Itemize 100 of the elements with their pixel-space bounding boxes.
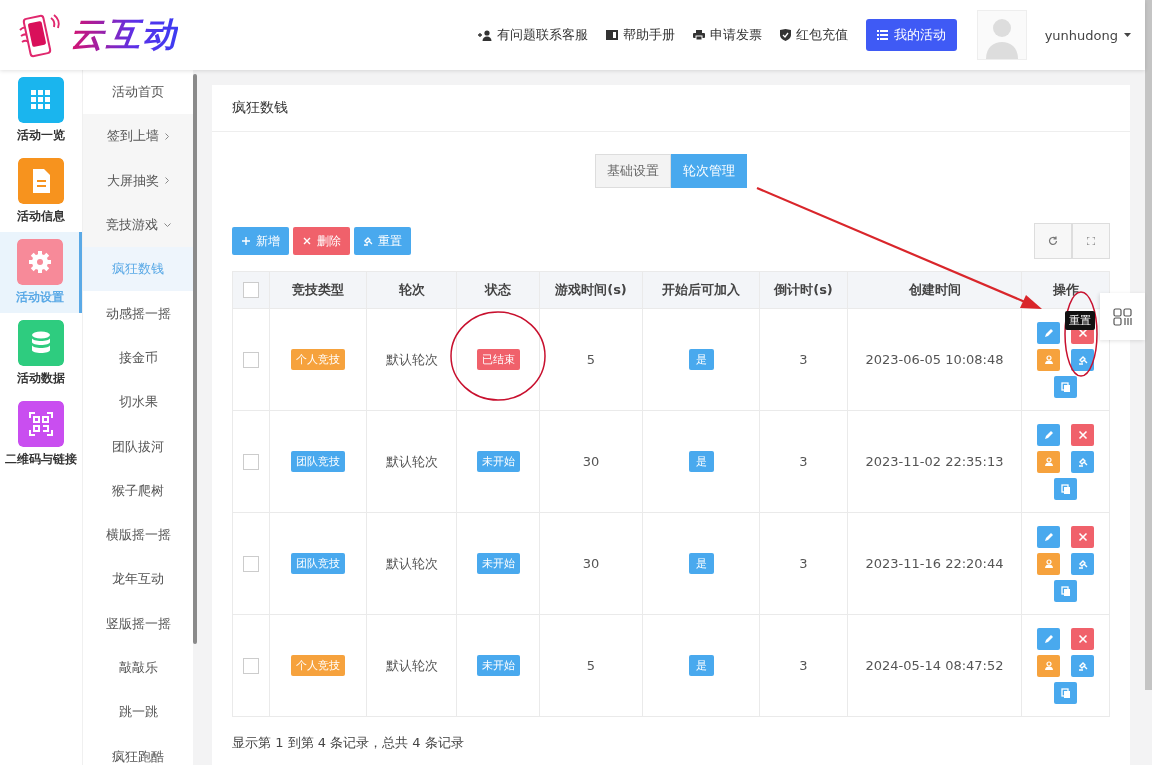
settings-icon [16, 239, 63, 285]
username[interactable]: yunhudong [1044, 27, 1118, 43]
edit-button[interactable] [1037, 525, 1060, 548]
yes-tag: 是 [688, 553, 714, 574]
reset-button[interactable] [1071, 654, 1094, 677]
table-cell: 5 [539, 308, 643, 411]
submenu-item[interactable]: 跳一跳 [83, 690, 193, 735]
column-header: 开始后可加入 [642, 271, 760, 309]
scrollbar[interactable] [193, 74, 197, 644]
status-tag: 未开始 [476, 451, 520, 472]
table-cell: 默认轮次 [366, 308, 457, 411]
submenu-item[interactable]: 横版摇一摇 [83, 512, 193, 558]
user-button[interactable] [1037, 450, 1060, 473]
submenu-item[interactable]: 接金币 [83, 335, 193, 381]
my-activity-button[interactable]: 我的活动 [865, 19, 957, 51]
table-cell: 2023-06-05 10:08:48 [847, 308, 1022, 411]
status-tag: 未开始 [476, 655, 520, 676]
user-button[interactable] [1037, 654, 1060, 677]
user-button[interactable] [1037, 552, 1060, 575]
rail-item[interactable]: 活动信息 [0, 151, 82, 232]
phone-logo-icon [18, 12, 62, 58]
copy-button[interactable] [1054, 579, 1077, 602]
table-cell: 3 [759, 410, 848, 513]
table-cell: 2023-11-16 22:20:44 [847, 512, 1022, 615]
document-icon [18, 158, 64, 204]
submenu-item[interactable]: 切水果 [83, 380, 193, 425]
submenu-item[interactable]: 敲敲乐 [83, 645, 193, 691]
rail-item[interactable]: 活动一览 [0, 70, 82, 151]
reset-button[interactable] [1071, 450, 1094, 473]
reset-button[interactable] [1071, 552, 1094, 575]
rail-item[interactable]: 活动数据 [0, 313, 82, 394]
shield-icon [779, 29, 791, 41]
submenu-item[interactable]: 大屏抽奖 [83, 158, 193, 203]
header-link[interactable]: 有问题联系客服 [496, 26, 588, 44]
type-tag: 团队竞技 [291, 553, 345, 574]
table-cell: 3 [759, 614, 848, 717]
copy-button[interactable] [1054, 375, 1077, 398]
yes-tag: 是 [688, 451, 714, 472]
edit-button[interactable] [1037, 627, 1060, 650]
header-link[interactable]: 红包充值 [795, 26, 848, 44]
caret-icon[interactable] [1124, 33, 1131, 37]
copy-button[interactable] [1054, 681, 1077, 704]
submenu-item[interactable]: 动感摇一摇 [83, 291, 193, 336]
checkbox[interactable] [243, 351, 259, 368]
side-panel-button[interactable] [1100, 293, 1145, 340]
submenu-item[interactable]: 团队拔河 [83, 424, 193, 469]
book-icon [605, 30, 618, 40]
table-cell: 3 [759, 308, 848, 411]
submenu-item[interactable]: 竞技游戏 [83, 202, 193, 248]
table-cell: 默认轮次 [366, 410, 457, 513]
rail-item[interactable]: 二维码与链接 [0, 394, 82, 475]
grid-icon [18, 77, 64, 123]
submenu-item[interactable]: 龙年互动 [83, 557, 193, 602]
table-cell: 2024-05-14 08:47:52 [847, 614, 1022, 717]
list-icon [876, 30, 888, 40]
checkbox[interactable] [243, 657, 259, 674]
copy-button[interactable] [1054, 477, 1077, 500]
type-tag: 个人竞技 [291, 349, 345, 370]
submenu-item[interactable]: 疯狂跑酷 [83, 734, 193, 765]
column-header: 倒计时(s) [759, 271, 848, 309]
chevron-right-icon [165, 177, 169, 185]
table-cell: 30 [539, 410, 643, 513]
tooltip: 重置 [1065, 311, 1095, 330]
table-cell: 2023-11-02 22:35:13 [847, 410, 1022, 513]
submenu-item[interactable]: 竖版摇一摇 [83, 601, 193, 646]
avatar[interactable] [976, 10, 1027, 60]
checkbox[interactable] [243, 453, 259, 470]
column-header: 创建时间 [847, 271, 1022, 309]
submenu-item[interactable]: 活动首页 [83, 70, 193, 115]
apps-icon [1112, 307, 1133, 326]
submenu-item[interactable]: 猴子爬树 [83, 468, 193, 513]
type-tag: 团队竞技 [291, 451, 345, 472]
edit-button[interactable] [1037, 321, 1060, 344]
database-icon [18, 320, 64, 366]
checkbox[interactable] [243, 555, 259, 572]
reset-button[interactable] [1071, 348, 1094, 371]
fullscreen-icon [1087, 237, 1095, 245]
column-header: 竞技类型 [269, 271, 367, 309]
column-header: 游戏时间(s) [539, 271, 643, 309]
submenu-item[interactable]: 签到上墙 [83, 114, 193, 159]
close-icon [302, 236, 312, 246]
header-link[interactable]: 帮助手册 [622, 26, 675, 44]
scrollbar[interactable] [1145, 0, 1152, 690]
refresh-button[interactable] [1034, 223, 1072, 259]
plus-icon [241, 236, 251, 246]
table-cell: 默认轮次 [366, 512, 457, 615]
user-button[interactable] [1037, 348, 1060, 371]
pagination-info: 显示第 1 到第 4 条记录，总共 4 条记录 [232, 734, 465, 752]
header-link[interactable]: 申请发票 [709, 26, 762, 44]
add-user-icon [477, 29, 492, 41]
tab[interactable]: 基础设置 [595, 154, 671, 188]
status-tag: 已结束 [476, 349, 520, 370]
column-header: 轮次 [366, 271, 457, 309]
edit-button[interactable] [1037, 423, 1060, 446]
table-cell: 30 [539, 512, 643, 615]
copy-icon [1058, 583, 1073, 598]
chevron-right-icon [165, 132, 169, 140]
table-cell: 5 [539, 614, 643, 717]
qr-code-icon [18, 401, 64, 447]
checkbox[interactable] [243, 282, 259, 299]
